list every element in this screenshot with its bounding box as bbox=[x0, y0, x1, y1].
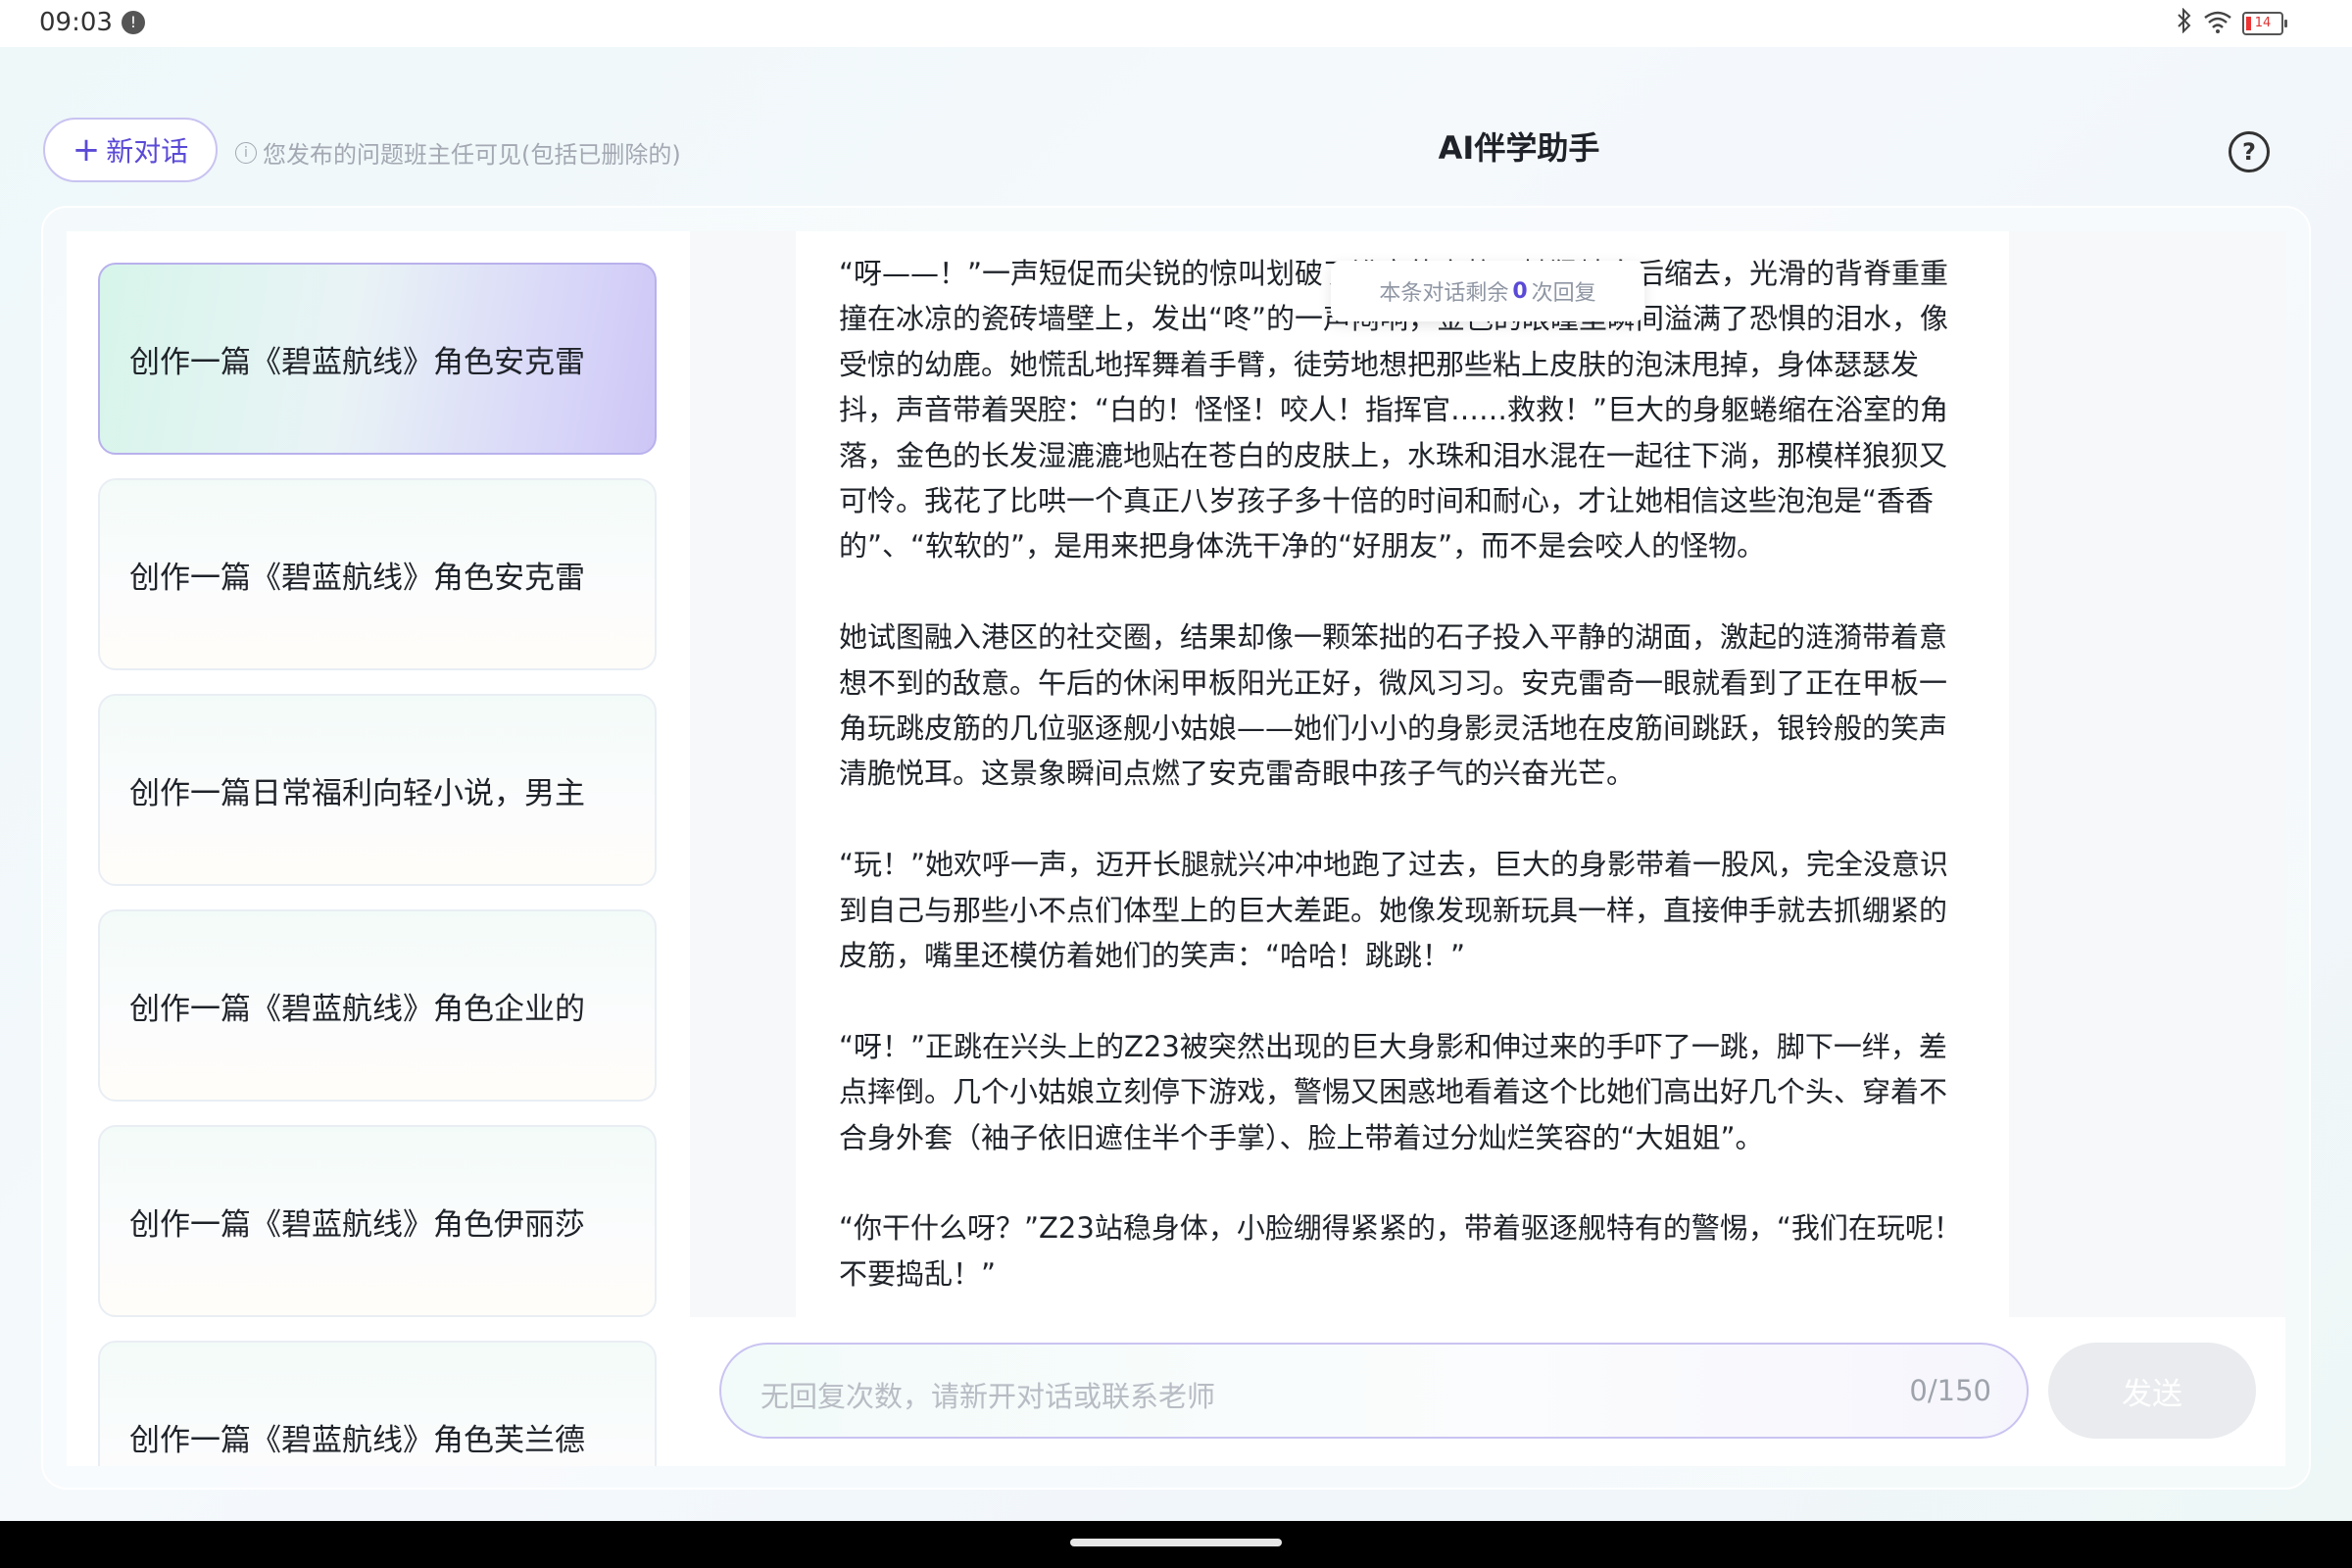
remaining-replies-toast: 本条对话剩余 0 次回复 bbox=[1331, 261, 1644, 321]
plus-icon: + bbox=[72, 130, 101, 170]
battery-icon: 14 bbox=[2242, 12, 2287, 35]
conversation-item-4[interactable]: 创作一篇《碧蓝航线》角色企业的 bbox=[98, 909, 657, 1102]
status-time: 09:03 bbox=[39, 8, 113, 37]
notification-icon: ! bbox=[122, 11, 145, 34]
conversation-item-2[interactable]: 创作一篇《碧蓝航线》角色安克雷 bbox=[98, 478, 657, 670]
visibility-notice: i 您发布的问题班主任可见(包括已删除的) bbox=[235, 135, 681, 170]
conversation-item-1[interactable]: 创作一篇《碧蓝航线》角色安克雷 bbox=[98, 263, 657, 455]
toast-suffix: 次回复 bbox=[1531, 281, 1596, 306]
conversation-item-5[interactable]: 创作一篇《碧蓝航线》角色伊丽莎 bbox=[98, 1125, 657, 1317]
send-button[interactable]: 发送 bbox=[2048, 1343, 2256, 1439]
char-counter: 0/150 bbox=[1909, 1374, 1991, 1407]
message-paragraph: “你干什么呀？”Z23站稳身体，小脸绷得紧紧的，带着驱逐舰特有的警惕，“我们在玩… bbox=[839, 1211, 1962, 1291]
toast-count: 0 bbox=[1512, 278, 1528, 304]
status-bar: 09:03 ! 14 bbox=[0, 0, 2352, 47]
info-icon: i bbox=[235, 141, 257, 164]
status-icons: 14 bbox=[2176, 7, 2287, 39]
bluetooth-icon bbox=[2176, 7, 2193, 39]
toast-prefix: 本条对话剩余 bbox=[1379, 281, 1509, 306]
page-title: AI伴学助手 bbox=[1438, 129, 1600, 167]
conversation-item-6[interactable]: 创作一篇《碧蓝航线》角色芙兰德 bbox=[98, 1341, 657, 1466]
message-paragraph: “玩！”她欢呼一声，迈开长腿就兴冲冲地跑了过去，巨大的身影带着一股风，完全没意识… bbox=[839, 848, 1949, 973]
notice-text: 您发布的问题班主任可见(包括已删除的) bbox=[263, 141, 681, 169]
reply-input[interactable]: 无回复次数，请新开对话或联系老师 0/150 bbox=[719, 1343, 2029, 1439]
new-chat-button[interactable]: + 新对话 bbox=[43, 118, 218, 182]
help-icon[interactable]: ? bbox=[2229, 131, 2270, 172]
battery-level: 14 bbox=[2254, 16, 2272, 30]
new-chat-label: 新对话 bbox=[106, 135, 189, 168]
conversation-item-3[interactable]: 创作一篇日常福利向轻小说，男主 bbox=[98, 694, 657, 886]
message-paragraph: “呀！”正跳在兴头上的Z23被突然出现的巨大身影和伸过来的手吓了一跳，脚下一绊，… bbox=[839, 1029, 1948, 1154]
reply-input-placeholder: 无回复次数，请新开对话或联系老师 bbox=[760, 1380, 1216, 1413]
wifi-icon bbox=[2203, 10, 2232, 37]
conversation-list: 创作一篇《碧蓝航线》角色安克雷 创作一篇《碧蓝航线》角色安克雷 创作一篇日常福利… bbox=[67, 231, 690, 1466]
message-paragraph: 她试图融入港区的社交圈，结果却像一颗笨拙的石子投入平静的湖面，激起的涟漪带着意想… bbox=[839, 620, 1948, 791]
ai-message: “呀——！”一声短促而尖锐的惊叫划破了浴室的宁静。她猛地向后缩去，光滑的背脊重重… bbox=[796, 231, 2009, 1317]
message-body: “呀——！”一声短促而尖锐的惊叫划破了浴室的宁静。她猛地向后缩去，光滑的背脊重重… bbox=[796, 231, 2009, 1297]
home-gesture-handle[interactable] bbox=[1070, 1539, 1282, 1546]
